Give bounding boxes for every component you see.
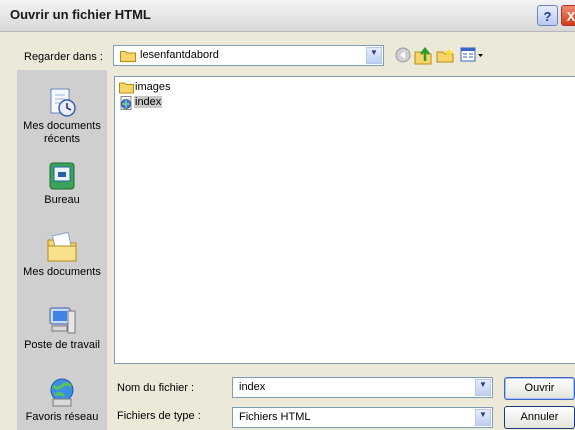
file-list[interactable]: images index xyxy=(114,76,575,364)
place-network-places[interactable]: Favoris réseau xyxy=(17,377,107,424)
new-folder-icon[interactable] xyxy=(436,47,454,63)
place-label: Favoris réseau xyxy=(25,411,99,423)
place-my-documents[interactable]: Mes documents xyxy=(17,230,107,279)
my-documents-icon xyxy=(47,231,77,262)
place-desktop[interactable]: Bureau xyxy=(17,160,107,207)
places-bar: Mes documents récents Bureau Mes documen… xyxy=(17,70,107,430)
folder-icon xyxy=(119,82,134,94)
place-my-computer[interactable]: Poste de travail xyxy=(17,305,107,352)
my-computer-icon xyxy=(49,307,76,334)
title-bar: Ouvrir un fichier HTML ? X xyxy=(0,0,575,32)
file-name: images xyxy=(135,81,171,93)
desktop-icon xyxy=(49,162,75,190)
chevron-down-icon[interactable]: ▼ xyxy=(475,409,491,426)
window-title: Ouvrir un fichier HTML xyxy=(10,7,151,22)
open-button[interactable]: Ouvrir xyxy=(504,377,575,400)
filename-input[interactable]: index ▼ xyxy=(232,377,493,398)
help-button[interactable]: ? xyxy=(537,5,558,26)
network-places-icon xyxy=(50,378,74,407)
cancel-button[interactable]: Annuler xyxy=(504,406,575,429)
chevron-down-icon[interactable]: ▼ xyxy=(366,47,382,64)
html-file-icon xyxy=(120,96,132,110)
close-button[interactable]: X xyxy=(561,5,575,26)
back-icon[interactable] xyxy=(395,47,411,63)
place-label: Mes documents récents xyxy=(23,120,101,145)
place-label: Bureau xyxy=(44,194,80,206)
place-label: Poste de travail xyxy=(24,339,100,351)
up-folder-icon[interactable] xyxy=(414,47,432,65)
recent-documents-icon xyxy=(50,88,76,117)
filename-label: Nom du fichier : xyxy=(117,382,195,394)
place-label: Mes documents xyxy=(23,266,101,278)
folder-icon xyxy=(120,51,136,62)
lookin-value: lesenfantdabord xyxy=(140,49,219,61)
filetype-dropdown[interactable]: Fichiers HTML ▼ xyxy=(232,407,493,428)
filename-value: index xyxy=(239,381,266,393)
filetype-label: Fichiers de type : xyxy=(117,410,201,422)
file-name: index xyxy=(134,96,163,108)
place-recent-documents[interactable]: Mes documents récents xyxy=(17,86,107,146)
view-menu-icon[interactable] xyxy=(460,47,484,63)
lookin-label: Regarder dans : xyxy=(24,51,103,63)
lookin-dropdown[interactable]: lesenfantdabord ▼ xyxy=(113,45,384,66)
filetype-value: Fichiers HTML xyxy=(239,411,311,423)
chevron-down-icon[interactable]: ▼ xyxy=(475,379,491,396)
